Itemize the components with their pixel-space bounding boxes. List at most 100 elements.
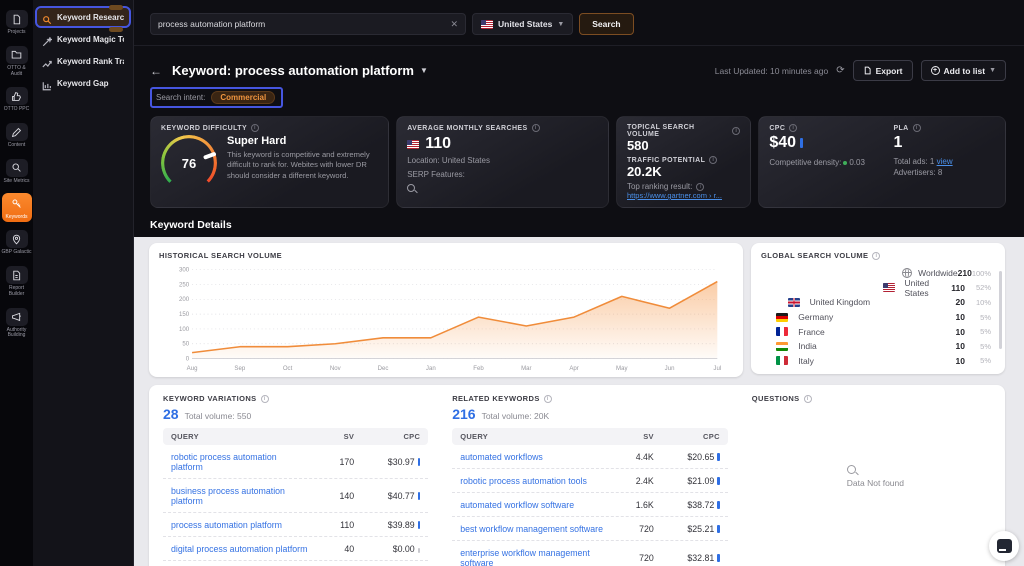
global-row-united-states[interactable]: United States 110 52%	[761, 278, 995, 298]
global-row-worldwide[interactable]: Worldwide 210 100%	[761, 266, 995, 281]
intent-commercial-badge[interactable]: Commercial	[211, 91, 276, 104]
export-button[interactable]: Export	[852, 60, 913, 81]
globe-icon	[902, 268, 913, 279]
global-row-italy[interactable]: Italy 10 5%	[761, 354, 995, 369]
us-flag-icon	[481, 19, 493, 29]
svg-text:200: 200	[179, 296, 190, 303]
svg-text:Sep: Sep	[234, 365, 245, 372]
menu-item-keyword-rank-tracker[interactable]: Keyword Rank Trac...	[37, 52, 129, 70]
sidebar-item-authority-building[interactable]: Authority Building	[2, 306, 32, 342]
global-row-germany[interactable]: Germany 10 5%	[761, 310, 995, 325]
sidebar-item-keywords[interactable]: Keywords	[1, 192, 32, 223]
svg-text:Jul: Jul	[713, 365, 721, 372]
country-dropdown[interactable]: United States ▼	[472, 13, 574, 35]
svg-text:Mar: Mar	[521, 365, 531, 372]
gb-flag-icon	[787, 297, 800, 307]
clear-search-icon[interactable]: ✕	[450, 19, 458, 30]
cpc-bar-icon	[717, 476, 720, 485]
keyword-link[interactable]: robotic process automation tools	[460, 476, 608, 486]
page-title: Keyword: process automation platform	[172, 63, 414, 78]
keyword-link[interactable]: automated workflows	[460, 452, 608, 462]
cpc-bar-icon	[417, 457, 421, 466]
back-arrow-icon[interactable]: ←	[150, 64, 162, 78]
menu-item-keyword-magic-tool[interactable]: Keyword Magic Tool	[37, 27, 129, 48]
pla-value: 1	[893, 134, 903, 151]
info-icon[interactable]	[543, 394, 552, 403]
keyword-link[interactable]: robotic process automation platform	[171, 452, 308, 472]
keyword-link[interactable]: process automation platform	[171, 520, 308, 530]
keyword-search-input[interactable]	[158, 19, 451, 29]
historical-search-volume-panel: HISTORICAL SEARCH VOLUME 0 50 100 150 200 250…	[149, 243, 743, 377]
scrollbar[interactable]	[999, 271, 1002, 349]
new-badge	[109, 5, 123, 10]
global-volume-list: Worldwide 210 100% United States 110 52%	[761, 266, 995, 368]
global-search-volume-panel: GLOBAL SEARCH VOLUME Worldwide 210 100%	[751, 243, 1005, 374]
keyword-variations-section: KEYWORD VARIATIONS 28 Total volume: 550 …	[163, 394, 429, 566]
cpc-bar-icon	[417, 520, 421, 529]
sidebar-item-site-metrics[interactable]: Site Metrics	[2, 157, 32, 187]
info-icon[interactable]	[709, 156, 718, 164]
keyword-link[interactable]: automated workflow software	[460, 500, 608, 510]
sidebar-item-otto-audit[interactable]: OTTO & Audit	[2, 44, 32, 80]
megaphone-icon	[5, 307, 28, 326]
global-row-united-kingdom[interactable]: United Kingdom 20 10%	[761, 295, 995, 310]
top-ranking-result-link[interactable]: https://www.gartner.com › r...	[627, 191, 740, 200]
info-icon[interactable]	[912, 124, 921, 132]
sidebar-item-report-builder[interactable]: Report Builder	[2, 264, 32, 300]
top-search-bar: ✕ United States ▼ Search	[134, 0, 1024, 46]
add-to-list-button[interactable]: + Add to list ▼	[920, 60, 1006, 81]
info-icon[interactable]	[260, 394, 269, 403]
serp-features-label: SERP Features:	[407, 170, 465, 179]
view-ads-link[interactable]: view	[937, 157, 953, 166]
sidebar-item-gbp-galactic[interactable]: GBP Galactic	[2, 228, 32, 258]
location-pin-icon	[5, 230, 28, 249]
export-file-icon	[864, 66, 871, 75]
svg-text:Apr: Apr	[569, 365, 578, 372]
advertisers-text: Advertisers: 8	[893, 168, 943, 177]
info-icon[interactable]	[872, 251, 881, 260]
menu-item-keyword-gap[interactable]: Keyword Gap	[37, 74, 129, 92]
global-row-france[interactable]: France 10 5%	[761, 324, 995, 339]
sidebar-item-content[interactable]: Content	[2, 121, 32, 151]
sidebar-item-projects[interactable]: Projects	[2, 8, 32, 38]
cpc-bar-icon	[717, 452, 720, 461]
global-row-india[interactable]: India 10 5%	[761, 339, 995, 354]
avg-searches-value: 110	[425, 135, 452, 152]
related-keywords-section: RELATED KEYWORDS 216 Total volume: 20K Q…	[452, 394, 728, 566]
info-icon[interactable]	[531, 124, 540, 132]
new-badge	[109, 27, 123, 32]
sidebar-item-otto-ppc[interactable]: OTTO PPC	[2, 85, 32, 115]
table-row: automated workflow software 1.6K $38.72	[452, 493, 728, 517]
cpc-bar-icon	[717, 500, 720, 509]
search-button[interactable]: Search	[579, 13, 634, 35]
cpc-trend-bar-icon	[800, 138, 804, 148]
keyword-link[interactable]: digital process automation platform	[171, 544, 308, 554]
info-icon[interactable]	[789, 124, 798, 132]
svg-text:0: 0	[186, 355, 190, 362]
svg-text:May: May	[616, 365, 628, 372]
table-row: digital process automation platform 40 $…	[163, 537, 429, 561]
info-icon[interactable]	[732, 127, 741, 135]
keyword-link[interactable]: enterprise workflow management software	[460, 548, 608, 566]
search-intent-row: Search intent: Commercial	[150, 87, 1024, 108]
in-flag-icon	[776, 341, 789, 351]
title-chevron-down-icon[interactable]: ▼	[420, 66, 428, 75]
info-icon[interactable]	[803, 394, 812, 403]
refresh-icon[interactable]: ⟳	[836, 65, 844, 76]
info-icon[interactable]	[251, 124, 260, 132]
chat-icon	[996, 539, 1012, 553]
pla-section: PLA 1 Total ads: 1 view Advertisers: 8	[893, 124, 995, 177]
chat-widget-button[interactable]	[989, 531, 1019, 561]
info-icon[interactable]	[696, 182, 705, 191]
keyword-link[interactable]: business process automation platform	[171, 486, 308, 506]
menu-item-keyword-research[interactable]: Keyword Research	[35, 5, 131, 28]
search-icon	[846, 465, 856, 474]
svg-text:Oct: Oct	[283, 365, 293, 372]
otto-audit-icon	[5, 45, 28, 64]
keyword-link[interactable]: best workflow management software	[460, 524, 608, 534]
keyword-details-heading: Keyword Details	[150, 219, 232, 231]
svg-text:250: 250	[179, 281, 190, 288]
svg-text:Nov: Nov	[330, 365, 342, 372]
difficulty-description: This keyword is competitive and extremel…	[227, 150, 370, 180]
difficulty-level: Super Hard	[227, 135, 287, 147]
